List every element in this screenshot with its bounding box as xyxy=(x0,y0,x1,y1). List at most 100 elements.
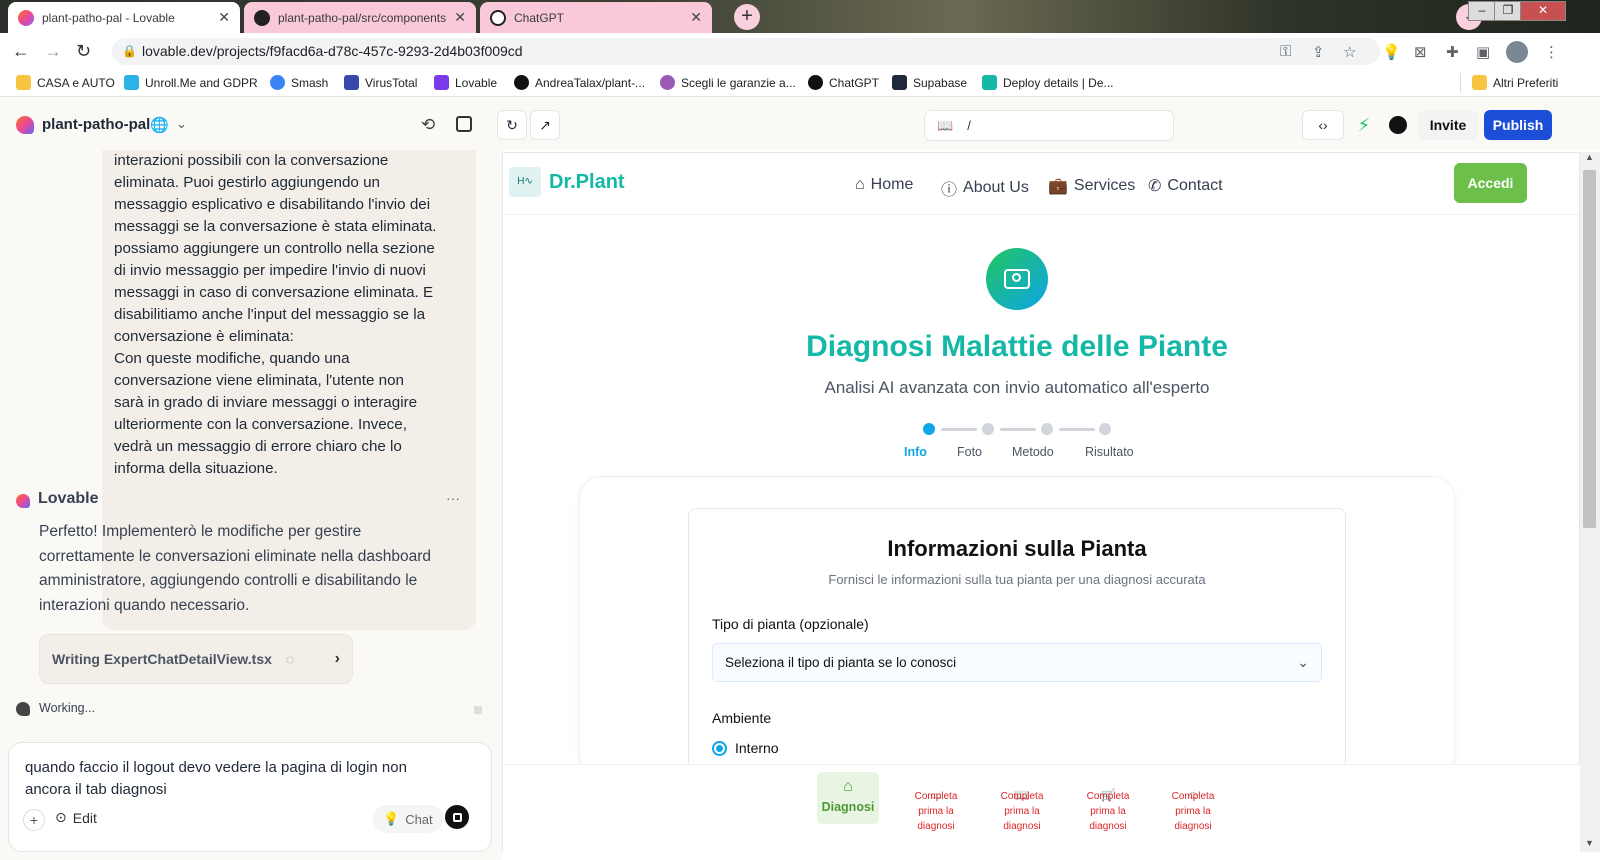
plant-type-value: Seleziona il tipo di pianta se lo conosc… xyxy=(725,655,957,670)
stop-button[interactable] xyxy=(445,805,469,829)
step-label-info: Info xyxy=(904,445,927,459)
chevron-down-icon: ⌄ xyxy=(1297,654,1309,670)
card-title: Informazioni sulla Pianta xyxy=(887,536,1147,561)
globe-icon[interactable]: 🌐 xyxy=(150,116,169,134)
bookmark-chatgpt[interactable]: ChatGPT xyxy=(808,75,879,90)
preview-path-input[interactable]: 📖 / xyxy=(924,110,1174,141)
scroll-up-icon[interactable]: ▲ xyxy=(1585,152,1594,162)
sidepanel-icon[interactable]: ▣ xyxy=(1476,43,1490,61)
back-icon[interactable]: ← xyxy=(12,41,30,62)
bookmark-lovable[interactable]: Lovable xyxy=(434,75,497,90)
message-line: Con queste modifiche, quando una xyxy=(114,350,350,367)
bookmark-unroll[interactable]: Unroll.Me and GDPR xyxy=(124,75,258,90)
chat-input-text[interactable]: quando faccio il logout devo vedere la p… xyxy=(25,757,407,801)
working-status: Working... xyxy=(39,701,96,715)
bookmark-garanzie[interactable]: Scegli le garanzie a... xyxy=(660,75,796,90)
refresh-preview-button[interactable]: ↻ xyxy=(497,110,527,140)
bottom-nav-chat[interactable]: ▭ Completa prima la diagnosi xyxy=(901,788,971,834)
avatar[interactable] xyxy=(1506,41,1528,63)
forward-icon[interactable]: → xyxy=(44,41,62,62)
input-line: quando faccio il logout devo vedere la p… xyxy=(25,759,407,776)
bookmark-deploy[interactable]: Deploy details | De... xyxy=(982,75,1114,90)
star-icon[interactable]: ☆ xyxy=(1343,43,1356,61)
bookmark-smash[interactable]: Smash xyxy=(270,75,328,90)
bottom-nav-shop[interactable]: 🛒 Completa prima la diagnosi xyxy=(1073,788,1143,834)
chevron-down-icon[interactable]: ⌄ xyxy=(176,116,187,132)
code-button[interactable]: ‹› xyxy=(1302,110,1344,140)
url-bar[interactable]: 🔒 lovable.dev/projects/f9facd6a-d78c-457… xyxy=(112,38,1380,65)
stop-icon xyxy=(452,812,462,822)
spinner-icon: ◌ xyxy=(285,651,295,667)
key-icon[interactable]: ⚿ xyxy=(1280,43,1291,60)
writing-file-card[interactable]: Writing ExpertChatDetailView.tsx ◌ › xyxy=(39,634,353,684)
chat-input-box[interactable]: quando faccio il logout devo vedere la p… xyxy=(8,742,492,852)
supabase-button[interactable]: ⚡ xyxy=(1350,110,1378,140)
message-line: conversazione viene eliminata, l'utente … xyxy=(114,372,404,389)
lovable-favicon-icon xyxy=(18,9,34,26)
scrollbar-thumb[interactable] xyxy=(1583,170,1596,528)
bookmark-virustotal[interactable]: VirusTotal xyxy=(344,75,417,90)
github-button[interactable] xyxy=(1384,110,1412,140)
close-icon[interactable]: ✕ xyxy=(690,9,702,26)
message-line: disabilitiamo anche l'input del messaggi… xyxy=(114,306,426,323)
bookmark-supabase[interactable]: Supabase xyxy=(892,75,967,90)
close-window-button[interactable]: ✕ xyxy=(1520,1,1566,21)
bookmark-github[interactable]: AndreaTalax/plant-... xyxy=(514,75,645,90)
project-name[interactable]: plant-patho-pal xyxy=(42,116,150,133)
bookmarks-divider xyxy=(1460,73,1461,93)
radio-checked-icon xyxy=(712,740,727,756)
external-link-icon: ↗ xyxy=(539,116,551,133)
message-line: vedrà un messaggio di errore chiaro che … xyxy=(114,438,402,455)
close-icon[interactable]: ✕ xyxy=(218,9,230,26)
tab-chatgpt[interactable]: ChatGPT ✕ xyxy=(480,2,712,33)
virustotal-icon xyxy=(344,75,359,90)
tab-lovable[interactable]: plant-patho-pal - Lovable ✕ xyxy=(8,2,240,33)
puzzle-icon[interactable]: ✚ xyxy=(1446,43,1459,61)
step-dot-risultato xyxy=(1099,423,1111,435)
extension-icon[interactable]: ⊠ xyxy=(1414,43,1427,61)
add-attachment-icon[interactable]: + xyxy=(23,809,45,831)
bookmark-other[interactable]: Altri Preferiti xyxy=(1472,75,1558,90)
edit-button[interactable]: ⊙ Edit xyxy=(55,809,97,826)
tab-github[interactable]: plant-patho-pal/src/components ✕ xyxy=(244,2,476,33)
new-tab-button[interactable]: + xyxy=(734,4,760,30)
plant-type-select[interactable]: Seleziona il tipo di pianta se lo conosc… xyxy=(712,643,1322,682)
bookmark-casa[interactable]: CASA e AUTO xyxy=(16,75,115,90)
more-options-button[interactable]: ··· xyxy=(446,490,460,506)
sidebar-toggle-icon[interactable] xyxy=(456,116,472,132)
open-external-button[interactable]: ↗ xyxy=(530,110,560,140)
scroll-down-icon[interactable]: ▼ xyxy=(1585,838,1594,848)
menu-icon[interactable]: ⋮ xyxy=(1544,43,1559,61)
nav-about[interactable]: ⓘ About Us xyxy=(941,176,1029,200)
bottom-nav-diagnosi[interactable]: ⌂ Diagnosi xyxy=(817,772,879,824)
github-icon xyxy=(514,75,529,90)
locked-hint: Completa prima la diagnosi xyxy=(1000,791,1044,832)
chat-mode-button[interactable]: 💡 Chat xyxy=(373,805,443,833)
reply-line: amministratore, aggiungendo controlli e … xyxy=(39,572,418,589)
minimize-button[interactable]: – xyxy=(1468,1,1496,21)
nav-services[interactable]: 💼 Services xyxy=(1048,176,1135,196)
publish-button[interactable]: Publish xyxy=(1484,110,1552,140)
extension-bulb-icon[interactable]: 💡 xyxy=(1382,43,1401,61)
lock-icon: 🔒 xyxy=(122,44,137,58)
invite-button[interactable]: Invite xyxy=(1418,110,1478,140)
close-icon[interactable]: ✕ xyxy=(454,9,466,26)
environment-option-interno[interactable]: Interno xyxy=(712,740,779,756)
locked-hint: Completa prima la diagnosi xyxy=(914,791,958,832)
share-icon[interactable]: ⇪ xyxy=(1312,43,1325,61)
history-icon[interactable]: ⟲ xyxy=(421,115,435,135)
bottom-nav-libreria[interactable]: 📖 Completa prima la diagnosi xyxy=(987,788,1057,834)
maximize-button[interactable]: ❐ xyxy=(1494,1,1522,21)
message-line: eliminata. Puoi gestirlo aggiungendo un xyxy=(114,174,380,191)
message-line: possiamo aggiungere un controllo nella s… xyxy=(114,240,435,257)
brand-name[interactable]: Dr.Plant xyxy=(549,171,625,194)
lovable-icon xyxy=(434,75,449,90)
bottom-nav-profilo[interactable]: ☺ Completa prima la diagnosi xyxy=(1158,788,1228,834)
nav-contact[interactable]: ✆ Contact xyxy=(1148,176,1223,196)
login-button[interactable]: Accedi xyxy=(1454,163,1527,203)
folder-icon xyxy=(16,75,31,90)
reload-icon[interactable]: ↻ xyxy=(76,41,91,62)
chatgpt-icon xyxy=(490,9,506,26)
message-line: ulteriormente con la conversazione. Inve… xyxy=(114,416,407,433)
nav-home[interactable]: ⌂ Home xyxy=(855,176,913,194)
